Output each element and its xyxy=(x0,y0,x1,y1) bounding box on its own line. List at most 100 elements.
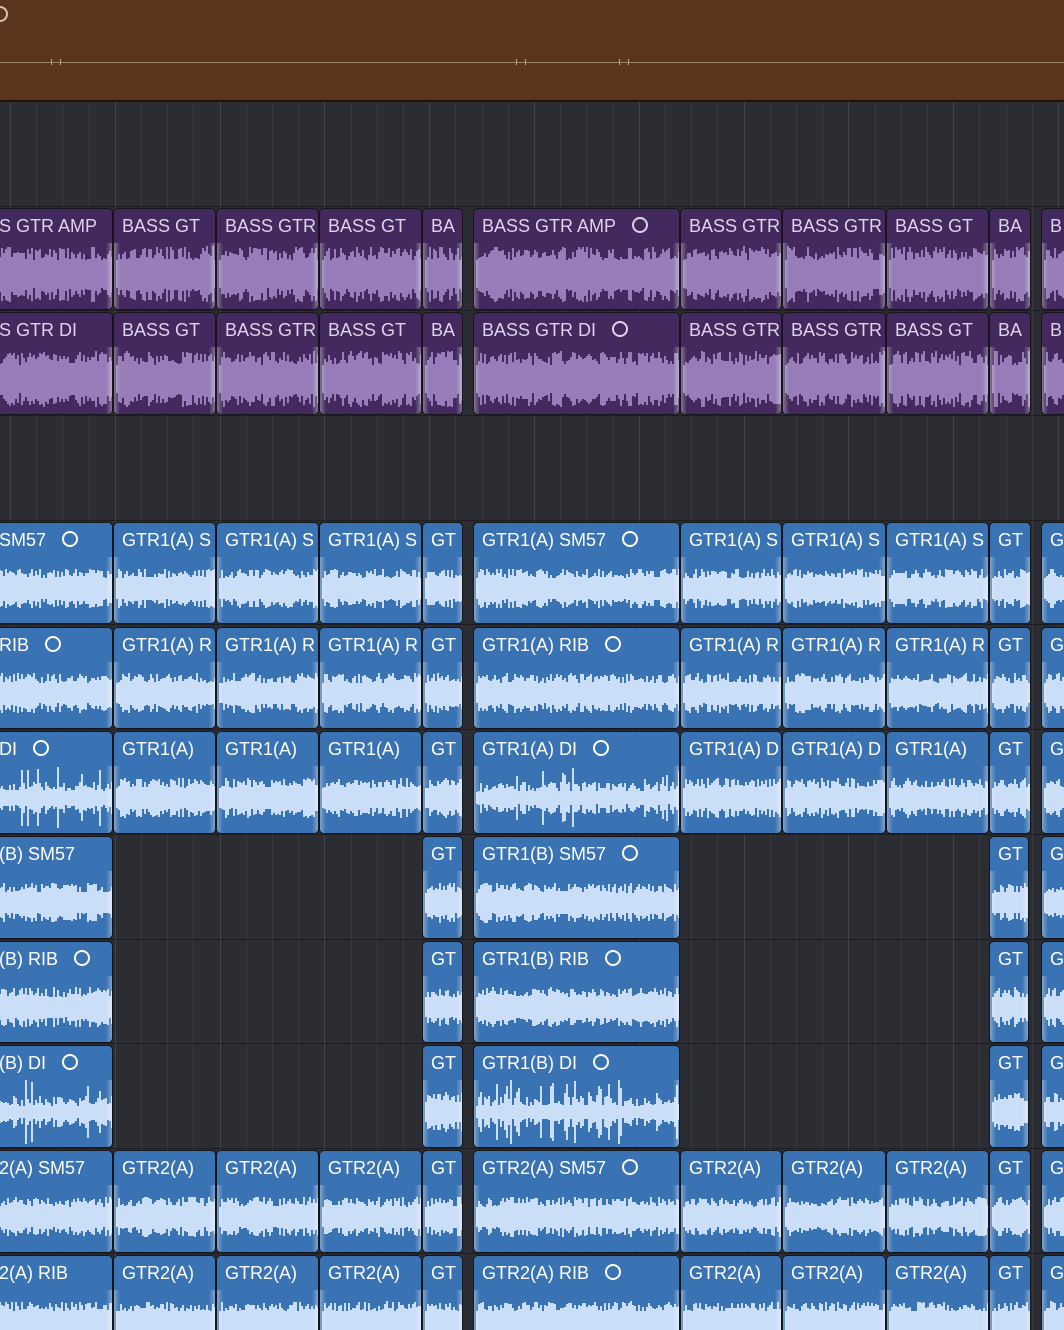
guitar-audio-region[interactable]: (B) DI xyxy=(0,1045,113,1148)
guitar-audio-region[interactable]: GT xyxy=(989,1254,1031,1330)
fade-in-handle[interactable] xyxy=(990,975,996,1043)
fade-out-handle[interactable] xyxy=(106,1080,112,1147)
guitar-audio-region[interactable]: (B) SM57 xyxy=(0,835,113,939)
fade-out-handle[interactable] xyxy=(879,1289,885,1330)
fade-in-handle[interactable] xyxy=(217,1185,223,1252)
fade-in-handle[interactable] xyxy=(217,556,223,624)
automation-node[interactable] xyxy=(619,59,629,65)
guitar-audio-region[interactable]: GTR1(A) S xyxy=(319,521,422,625)
track-lane[interactable]: SM57 GTR1(A) S GTR1(A) S GTR1(A) S GT GTR1(A)… xyxy=(0,520,1064,626)
fade-in-handle[interactable] xyxy=(1042,975,1048,1043)
fade-in-handle[interactable] xyxy=(423,766,429,833)
bass-audio-region[interactable]: BASS GTR xyxy=(782,207,886,311)
fade-in-handle[interactable] xyxy=(114,556,120,624)
guitar-audio-region[interactable]: GT xyxy=(989,835,1029,939)
fade-out-handle[interactable] xyxy=(982,661,988,729)
fade-in-handle[interactable] xyxy=(474,242,480,310)
fade-in-handle[interactable] xyxy=(423,347,429,415)
guitar-audio-region[interactable]: GT xyxy=(989,521,1031,625)
fade-out-handle[interactable] xyxy=(1024,766,1030,833)
bass-audio-region[interactable]: BA xyxy=(989,312,1031,416)
fade-out-handle[interactable] xyxy=(456,1080,462,1147)
guitar-audio-region[interactable]: GTR2(A) xyxy=(113,1254,216,1330)
guitar-audio-region[interactable]: GTR1(A) xyxy=(216,731,319,834)
fade-in-handle[interactable] xyxy=(887,1289,893,1330)
fade-in-handle[interactable] xyxy=(681,1289,687,1330)
guitar-audio-region[interactable]: GTR1(A) R xyxy=(216,626,319,730)
fade-in-handle[interactable] xyxy=(990,766,996,833)
guitar-audio-region[interactable]: GTR2(A) xyxy=(216,1150,319,1253)
fade-out-handle[interactable] xyxy=(775,661,781,729)
bass-audio-region[interactable]: BA xyxy=(989,207,1031,311)
bass-audio-region[interactable]: BASS GT xyxy=(113,207,216,311)
fade-in-handle[interactable] xyxy=(474,347,480,415)
fade-out-handle[interactable] xyxy=(106,975,112,1043)
guitar-audio-region[interactable]: G xyxy=(1041,1045,1064,1148)
fade-in-handle[interactable] xyxy=(1042,1080,1048,1147)
fade-out-handle[interactable] xyxy=(982,556,988,624)
fade-out-handle[interactable] xyxy=(106,661,112,729)
bass-audio-region[interactable]: BASS GTR xyxy=(782,312,886,416)
fade-in-handle[interactable] xyxy=(887,242,893,310)
guitar-audio-region[interactable]: GTR2(A) xyxy=(886,1254,989,1330)
guitar-audio-region[interactable]: G xyxy=(1041,835,1064,939)
fade-out-handle[interactable] xyxy=(106,242,112,310)
fade-in-handle[interactable] xyxy=(114,1185,120,1252)
fade-out-handle[interactable] xyxy=(982,242,988,310)
bass-audio-region[interactable]: BASS GT xyxy=(113,312,216,416)
fade-out-handle[interactable] xyxy=(673,661,679,729)
fade-in-handle[interactable] xyxy=(217,766,223,833)
fade-in-handle[interactable] xyxy=(990,1185,996,1252)
guitar-audio-region[interactable]: GT xyxy=(422,1254,463,1330)
guitar-audio-region[interactable]: GTR2(A) xyxy=(319,1254,422,1330)
loop-circle-icon[interactable] xyxy=(74,949,91,966)
fade-out-handle[interactable] xyxy=(209,661,215,729)
guitar-audio-region[interactable]: GTR2(A) xyxy=(319,1150,422,1253)
fade-out-handle[interactable] xyxy=(415,661,421,729)
fade-in-handle[interactable] xyxy=(887,661,893,729)
guitar-audio-region[interactable]: GT xyxy=(422,626,463,730)
bass-audio-region[interactable]: BASS GTR xyxy=(216,312,319,416)
fade-in-handle[interactable] xyxy=(474,556,480,624)
guitar-audio-region[interactable]: GTR1(A) S xyxy=(216,521,319,625)
fade-out-handle[interactable] xyxy=(312,661,318,729)
bass-audio-region[interactable]: BASS GT xyxy=(319,207,422,311)
fade-out-handle[interactable] xyxy=(982,1185,988,1252)
guitar-audio-region[interactable]: G xyxy=(1041,1254,1064,1330)
fade-out-handle[interactable] xyxy=(456,975,462,1043)
fade-in-handle[interactable] xyxy=(320,242,326,310)
fade-out-handle[interactable] xyxy=(312,242,318,310)
fade-out-handle[interactable] xyxy=(1024,1289,1030,1330)
fade-in-handle[interactable] xyxy=(990,661,996,729)
loop-circle-icon[interactable] xyxy=(605,949,622,966)
fade-out-handle[interactable] xyxy=(673,870,679,938)
fade-out-handle[interactable] xyxy=(209,1185,215,1252)
fade-in-handle[interactable] xyxy=(423,661,429,729)
guitar-audio-region[interactable]: (B) RIB xyxy=(0,940,113,1044)
track-lane[interactable]: 2(A) SM57 GTR2(A) GTR2(A) GTR2(A) GT GTR2(A) … xyxy=(0,1149,1064,1254)
guitar-audio-region[interactable]: 2(A) SM57 xyxy=(0,1150,113,1253)
fade-in-handle[interactable] xyxy=(681,347,687,415)
fade-in-handle[interactable] xyxy=(423,1080,429,1147)
fade-out-handle[interactable] xyxy=(209,242,215,310)
fade-in-handle[interactable] xyxy=(887,1185,893,1252)
fade-in-handle[interactable] xyxy=(217,661,223,729)
fade-in-handle[interactable] xyxy=(783,347,789,415)
guitar-audio-region[interactable]: GTR1(A) R xyxy=(113,626,216,730)
fade-in-handle[interactable] xyxy=(1042,556,1048,624)
fade-in-handle[interactable] xyxy=(887,766,893,833)
bass-audio-region[interactable]: S GTR DI xyxy=(0,312,113,416)
fade-out-handle[interactable] xyxy=(673,347,679,415)
guitar-audio-region[interactable]: GTR1(A) SM57 xyxy=(473,521,680,625)
fade-in-handle[interactable] xyxy=(217,1289,223,1330)
loop-circle-icon[interactable] xyxy=(622,844,639,861)
fade-out-handle[interactable] xyxy=(456,870,462,938)
guitar-audio-region[interactable]: GTR1(B) RIB xyxy=(473,940,680,1044)
empty-track-lane[interactable] xyxy=(0,102,1064,207)
fade-in-handle[interactable] xyxy=(474,766,480,833)
guitar-audio-region[interactable]: GTR1(A) S xyxy=(782,521,886,625)
track-lane[interactable]: (B) RIB GT GTR1(B) RIB GT G xyxy=(0,939,1064,1045)
guitar-audio-region[interactable]: GTR2(A) xyxy=(216,1254,319,1330)
guitar-audio-region[interactable]: GTR2(A) xyxy=(680,1150,782,1253)
fade-out-handle[interactable] xyxy=(456,556,462,624)
